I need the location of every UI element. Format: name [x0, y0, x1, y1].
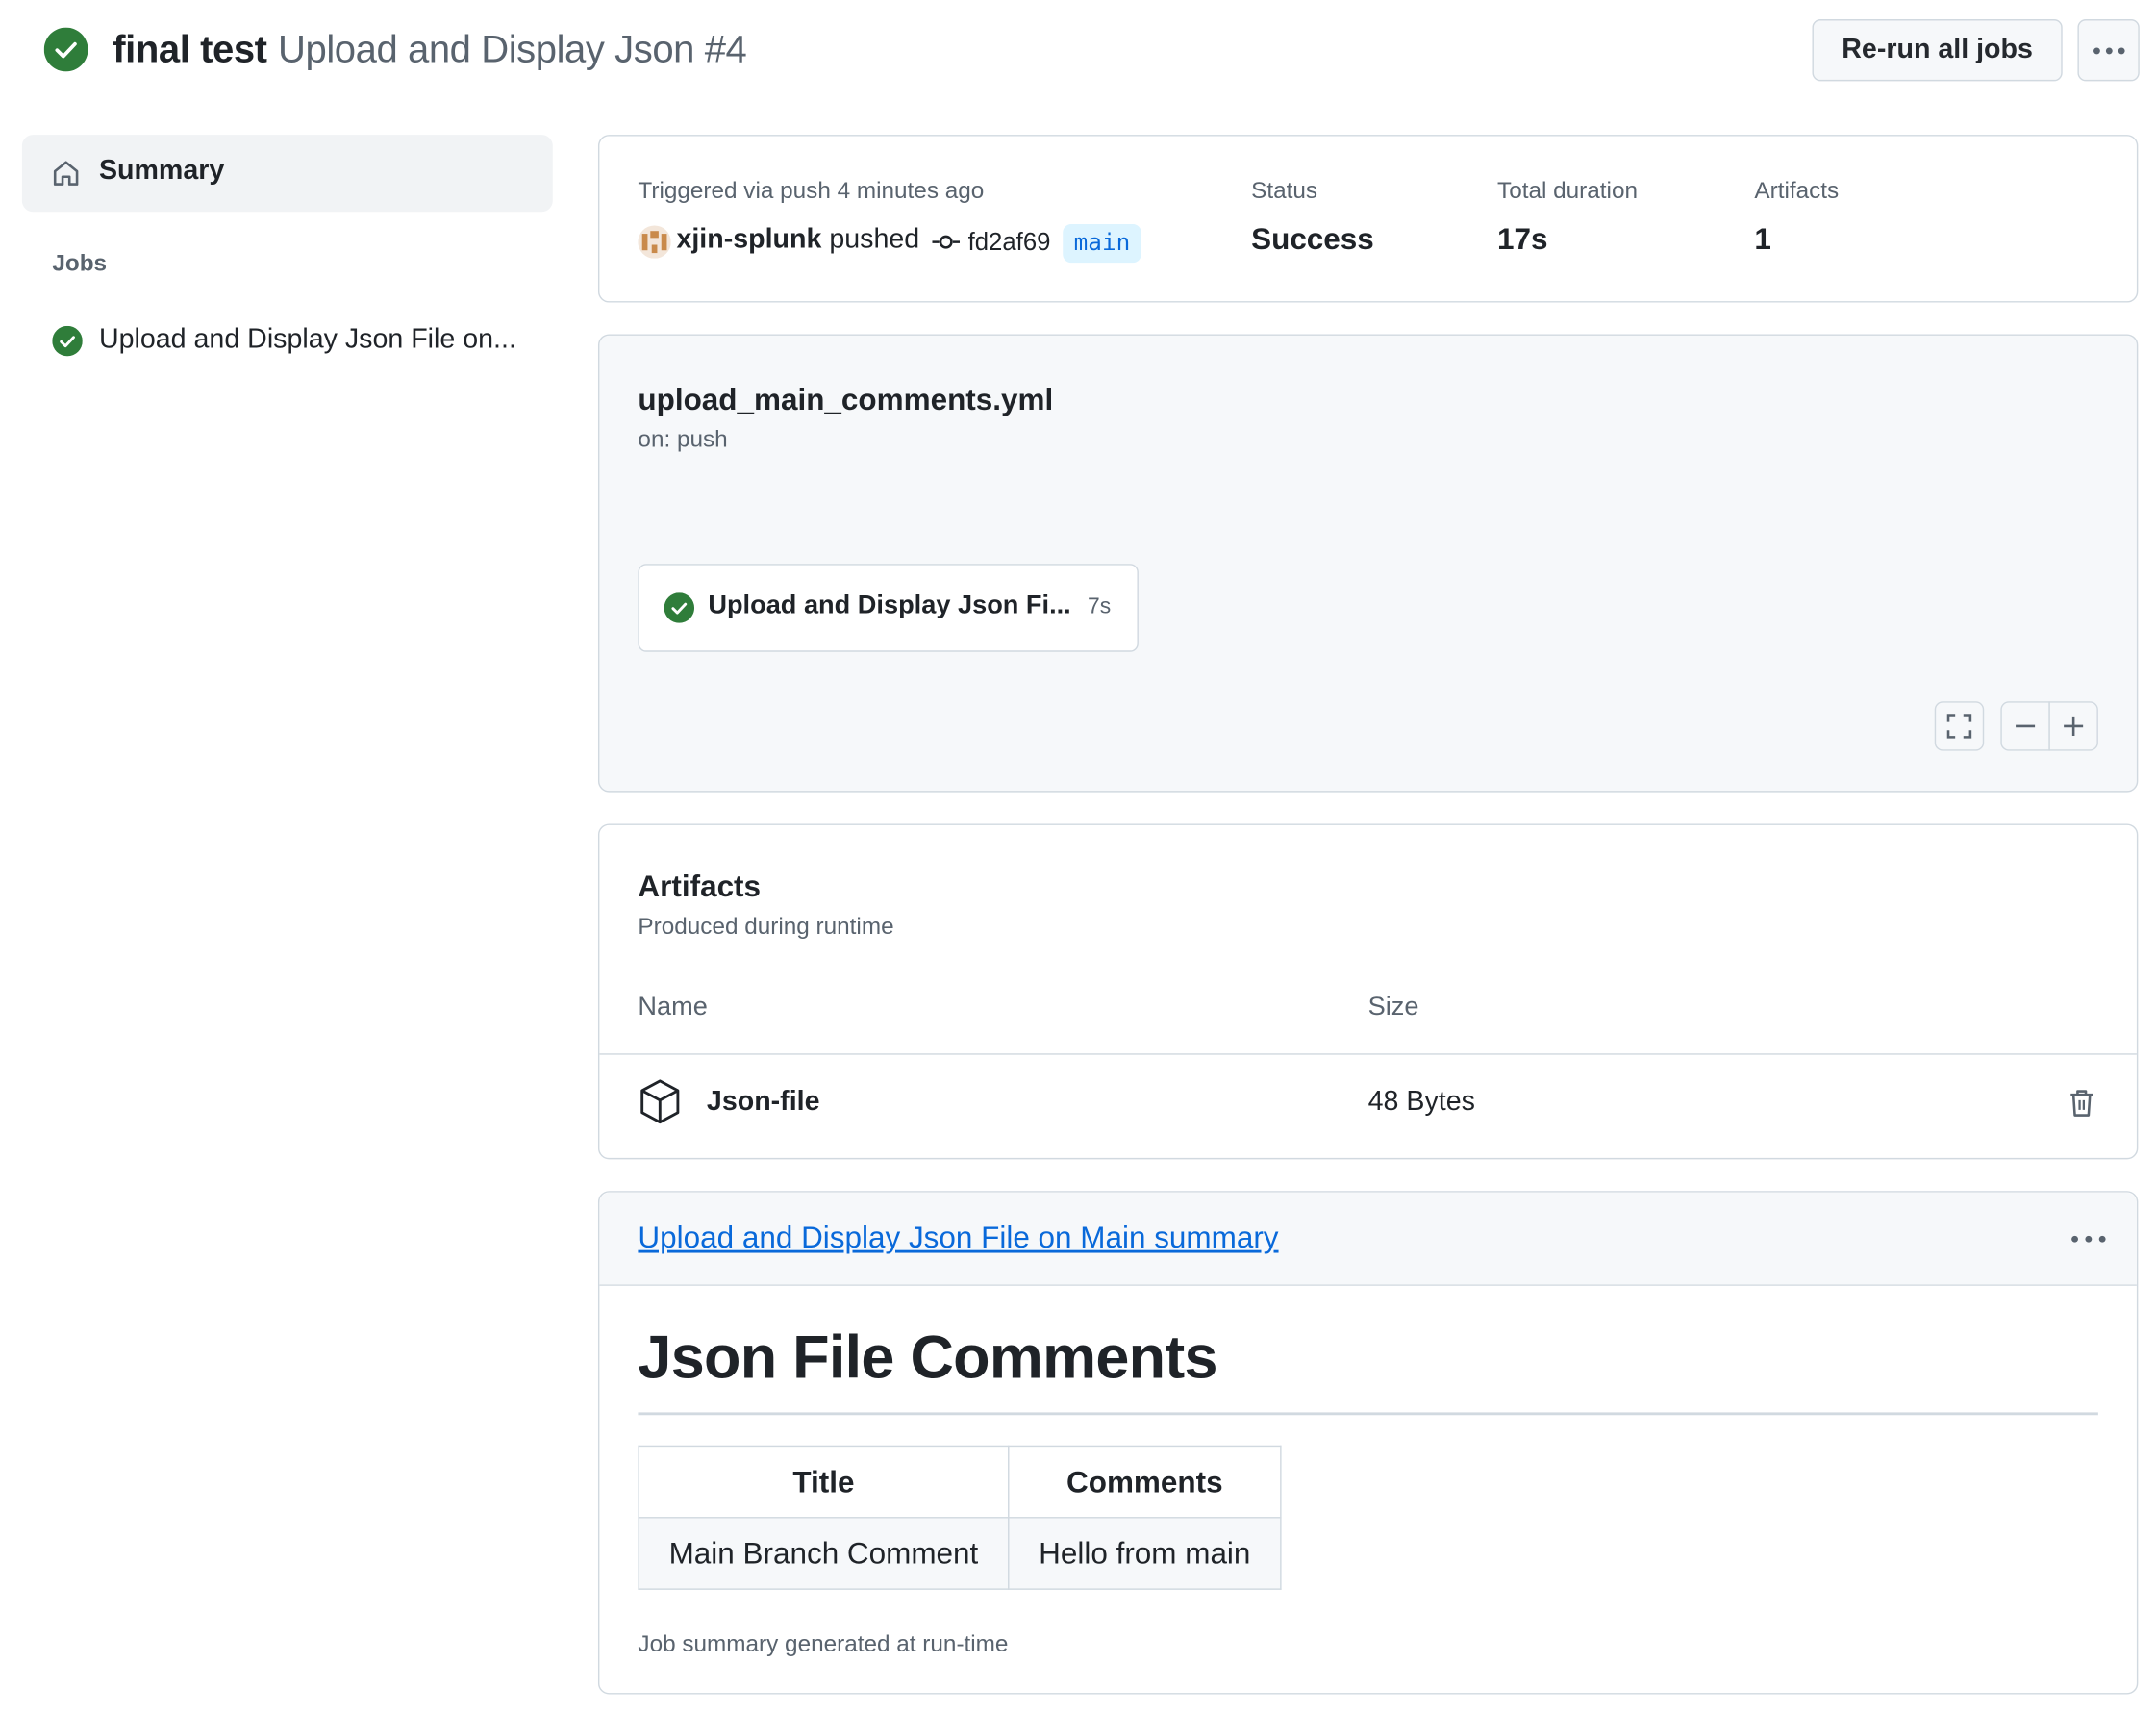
check-circle-fill-icon: [52, 325, 83, 357]
kebab-horizontal-icon[interactable]: [2068, 1220, 2109, 1258]
artifacts-count-value[interactable]: 1: [1754, 221, 1771, 257]
check-circle-fill-icon: [664, 592, 695, 623]
workflow-event: on: push: [638, 426, 728, 453]
workflow-graph-card: upload_main_comments.yml on: push Upload…: [597, 334, 2139, 793]
duration-label: Total duration: [1497, 177, 1639, 204]
column-header-size: Size: [1367, 993, 1419, 1022]
rerun-all-jobs-button[interactable]: Re-run all jobs: [1812, 19, 2063, 82]
graph-job-duration: 7s: [1087, 595, 1112, 619]
graph-job-node[interactable]: Upload and Display Json Fi... 7s: [638, 564, 1139, 652]
kebab-horizontal-icon: [2093, 46, 2124, 54]
job-summary-header: Upload and Display Json File on Main sum…: [599, 1192, 2137, 1286]
artifact-size: 48 Bytes: [1367, 1086, 1475, 1117]
run-name: Upload and Display Json #4: [278, 27, 747, 70]
status-value: Success: [1251, 221, 1374, 256]
check-circle-fill-icon: [43, 27, 88, 72]
run-header: final test Upload and Display Json #4 Re-…: [0, 0, 2156, 99]
artifacts-card: Artifacts Produced during runtime Name S…: [597, 823, 2139, 1160]
status-label: Status: [1251, 177, 1318, 204]
artifacts-title: Artifacts: [638, 869, 762, 904]
duration-value: 17s: [1497, 221, 1548, 256]
artifact-name-link[interactable]: Json-file: [707, 1087, 820, 1119]
home-icon: [53, 161, 79, 186]
divider: [599, 1053, 2137, 1055]
page-title: final test Upload and Display Json #4: [113, 25, 747, 74]
sidebar-item-label: Summary: [98, 155, 225, 187]
git-commit-icon: [932, 235, 961, 249]
workflow-run-page: final test Upload and Display Json #4 Re-…: [0, 0, 2156, 1714]
table-cell: Main Branch Comment: [638, 1517, 1010, 1590]
artifacts-count-label: Artifacts: [1754, 177, 1840, 204]
zoom-in-button[interactable]: [2048, 701, 2098, 751]
table-cell: Hello from main: [1008, 1517, 1282, 1590]
summary-table: Title Comments Main Branch Comment Hello…: [638, 1445, 1282, 1590]
actor-action: pushed: [829, 224, 920, 255]
actor-line: xjin-splunk pushed: [676, 224, 919, 256]
actor-link[interactable]: xjin-splunk: [676, 224, 821, 254]
package-icon: [640, 1079, 680, 1124]
dash-icon: [2016, 724, 2036, 728]
avatar-image: [638, 225, 671, 259]
trigger-text: Triggered via push 4 minutes ago: [638, 177, 985, 204]
artifacts-subtitle: Produced during runtime: [638, 913, 894, 940]
job-summary-link[interactable]: Upload and Display Json File on Main sum…: [638, 1220, 1278, 1255]
divider: [638, 1412, 2098, 1416]
sidebar-item-label: Upload and Display Json File on...: [98, 324, 516, 355]
graph-job-label: Upload and Display Json Fi...: [708, 591, 1071, 620]
branch-badge[interactable]: main: [1063, 224, 1141, 264]
jobs-heading: Jobs: [52, 250, 108, 277]
screen-full-icon: [1946, 714, 1972, 739]
table-header: Title: [638, 1445, 1010, 1519]
table-header: Comments: [1008, 1445, 1282, 1519]
sidebar-item-job[interactable]: Upload and Display Json File on...: [22, 308, 553, 374]
workflow-file-name: upload_main_comments.yml: [638, 382, 1054, 417]
sidebar-item-summary[interactable]: Summary: [21, 135, 553, 213]
job-summary-card: Upload and Display Json File on Main sum…: [597, 1191, 2139, 1695]
table-row: Main Branch Comment Hello from main: [638, 1517, 1282, 1590]
zoom-out-button[interactable]: [2000, 701, 2050, 751]
run-info-card: Triggered via push 4 minutes ago xjin-sp…: [597, 135, 2139, 303]
commit-sha-link[interactable]: fd2af69: [968, 228, 1051, 257]
table-header-row: Title Comments: [638, 1445, 1282, 1519]
more-options-button[interactable]: [2077, 19, 2140, 82]
plus-icon: [2064, 716, 2084, 736]
summary-heading: Json File Comments: [638, 1323, 1217, 1392]
trash-icon[interactable]: [2066, 1087, 2098, 1120]
avatar[interactable]: [638, 225, 671, 259]
fit-to-screen-button[interactable]: [1934, 701, 1985, 751]
summary-footer: Job summary generated at run-time: [638, 1630, 1009, 1657]
workflow-name: final test: [113, 27, 267, 70]
column-header-name: Name: [638, 993, 708, 1022]
